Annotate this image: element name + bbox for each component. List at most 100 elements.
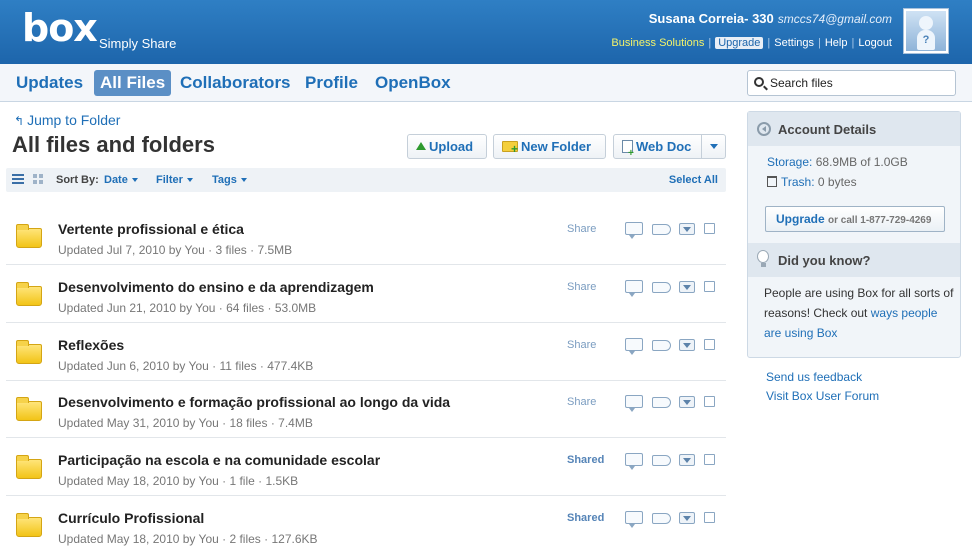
row-checkbox[interactable] [704,396,715,407]
send-feedback-link[interactable]: Send us feedback [766,370,862,384]
row-checkbox[interactable] [704,223,715,234]
business-solutions-link[interactable]: Business Solutions [611,37,704,49]
user-email: smccs74@gmail.com [777,12,892,26]
comment-icon[interactable] [625,280,643,297]
trash-label[interactable]: Trash: [781,175,815,189]
share-link[interactable]: Share [567,281,596,293]
tab-openbox[interactable]: OpenBox [369,70,457,96]
comment-icon[interactable] [625,453,643,470]
tag-icon[interactable] [652,455,671,466]
comment-icon[interactable] [625,511,643,528]
tag-icon[interactable] [652,224,671,235]
search-input[interactable] [770,75,950,91]
trash-value: 0 bytes [817,175,857,189]
table-row[interactable]: Reflexões Updated Jun 6, 2010 by You · 1… [6,324,726,381]
history-icon [757,122,771,136]
folder-meta: Updated May 18, 2010 by You · 1 file · 1… [58,474,299,488]
grid-view-icon[interactable] [33,174,43,184]
shared-link[interactable]: Shared [567,512,604,524]
row-checkbox[interactable] [704,281,715,292]
folder-name[interactable]: Desenvolvimento do ensino e da aprendiza… [58,279,374,295]
page-title: All files and folders [12,132,215,157]
user-placeholder-icon [906,11,946,51]
chevron-down-icon [131,178,138,183]
jump-to-folder-link[interactable]: ↰ Jump to Folder [14,112,120,128]
folder-icon [16,224,42,248]
web-doc-dropdown[interactable] [701,134,726,159]
folder-name[interactable]: Reflexões [58,337,124,353]
folder-icon [16,397,42,421]
folder-name[interactable]: Desenvolvimento e formação profissional … [58,394,450,410]
row-menu-icon[interactable] [679,281,695,293]
upload-button[interactable]: Upload [407,134,487,159]
folder-meta: Updated Jun 21, 2010 by You · 64 files ·… [58,301,317,315]
tag-icon[interactable] [652,282,671,293]
web-doc-label: Web Doc [636,139,692,154]
tag-icon[interactable] [652,397,671,408]
new-folder-button[interactable]: New Folder [493,134,606,161]
tab-all-files[interactable]: All Files [94,70,172,96]
row-menu-icon[interactable] [679,223,695,235]
settings-link[interactable]: Settings [774,37,814,49]
table-row[interactable]: Vertente profissional e ética Updated Ju… [6,208,726,265]
account-panel: Account Details Storage: 68.9MB of 1.0GB… [747,111,961,358]
user-info: Susana Correia- 330 smccs74@gmail.com [649,11,892,26]
share-link[interactable]: Share [567,396,596,408]
upgrade-link[interactable]: Upgrade [715,37,764,49]
web-doc-icon [622,140,634,165]
comment-icon[interactable] [625,338,643,355]
row-checkbox[interactable] [704,454,715,465]
table-row[interactable]: Desenvolvimento do ensino e da aprendiza… [6,266,726,323]
user-forum-link[interactable]: Visit Box User Forum [766,389,879,403]
table-row[interactable]: Participação na escola e na comunidade e… [6,439,726,496]
upgrade-button[interactable]: Upgrade or call 1-877-729-4269 [765,206,945,232]
filter-dropdown[interactable]: Filter [156,174,193,186]
row-checkbox[interactable] [704,339,715,350]
table-row[interactable]: Desenvolvimento e formação profissional … [6,381,726,438]
search-icon[interactable] [754,77,764,87]
tab-collaborators[interactable]: Collaborators [174,70,297,96]
sort-date-dropdown[interactable]: Date [104,174,138,186]
tags-dropdown[interactable]: Tags [212,174,247,186]
comment-icon[interactable] [625,395,643,412]
chevron-down-icon [240,178,247,183]
user-name: Susana Correia- 330 [648,11,774,26]
shared-link[interactable]: Shared [567,454,604,466]
row-checkbox[interactable] [704,512,715,523]
folder-name[interactable]: Currículo Profissional [58,510,204,526]
comment-icon[interactable] [625,222,643,239]
row-menu-icon[interactable] [679,396,695,408]
avatar[interactable] [903,8,949,54]
share-link[interactable]: Share [567,339,596,351]
account-details-header[interactable]: Account Details [748,112,960,146]
row-menu-icon[interactable] [679,454,695,466]
tab-profile[interactable]: Profile [299,70,364,96]
row-menu-icon[interactable] [679,339,695,351]
tag-icon[interactable] [652,513,671,524]
tagline: Simply Share [99,36,177,51]
storage-label[interactable]: Storage: [767,155,812,169]
storage-value: 68.9MB of 1.0GB [815,155,908,169]
upgrade-label: Upgrade [776,212,825,226]
share-link[interactable]: Share [567,223,596,235]
select-all-link[interactable]: Select All [669,174,718,186]
app-header: box Simply Share Susana Correia- 330 smcc… [0,0,972,64]
help-link[interactable]: Help [825,37,848,49]
folder-name[interactable]: Vertente profissional e ética [58,221,244,237]
sort-by-label: Sort By: [56,174,99,186]
tab-updates[interactable]: Updates [10,70,89,96]
list-view-icon[interactable] [12,174,24,185]
logout-link[interactable]: Logout [858,37,892,49]
tag-icon[interactable] [652,340,671,351]
box-logo[interactable]: box [22,6,98,50]
folder-name[interactable]: Participação na escola e na comunidade e… [58,452,380,468]
folder-icon [16,340,42,364]
row-menu-icon[interactable] [679,512,695,524]
account-details-title: Account Details [778,122,877,137]
sort-date-label: Date [104,174,128,186]
filter-label: Filter [156,174,183,186]
folder-meta: Updated May 18, 2010 by You · 2 files · … [58,532,318,546]
file-toolbar: Sort By: Date Filter Tags Select All [6,168,726,192]
table-row[interactable]: Currículo Profissional Updated May 18, 2… [6,497,726,554]
folder-meta: Updated Jun 6, 2010 by You · 11 files · … [58,359,314,373]
